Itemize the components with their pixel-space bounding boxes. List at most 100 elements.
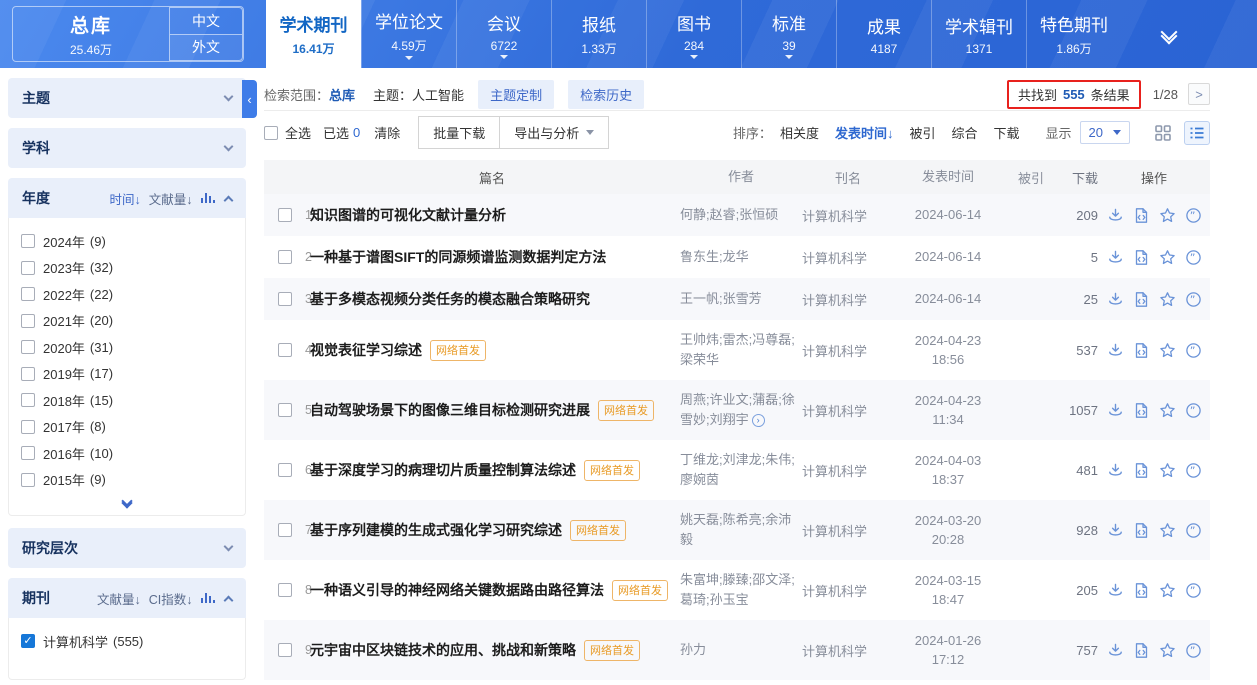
journal-name-link[interactable]: 计算机科学 xyxy=(802,641,894,660)
page-size-select[interactable]: 20 xyxy=(1080,121,1130,144)
tab-standards[interactable]: 标准 39 xyxy=(741,0,836,68)
filter-section-subject[interactable]: 学科 xyxy=(8,128,246,168)
download-icon[interactable] xyxy=(1107,207,1124,224)
search-history-button[interactable]: 检索历史 xyxy=(568,80,644,109)
lang-tab-foreign[interactable]: 外文 xyxy=(169,34,243,62)
download-icon[interactable] xyxy=(1107,582,1124,599)
favorite-icon[interactable] xyxy=(1159,582,1176,599)
download-icon[interactable] xyxy=(1107,522,1124,539)
journal-name-link[interactable]: 计算机科学 xyxy=(802,401,894,420)
quote-icon[interactable]: ” xyxy=(1185,582,1202,599)
authors-cell[interactable]: 鲁东生;龙华› xyxy=(680,247,802,267)
journal-sort-count[interactable]: 文献量↓ xyxy=(97,589,141,608)
journal-name-link[interactable]: 计算机科学 xyxy=(802,581,894,600)
expand-authors-icon[interactable]: › xyxy=(752,414,765,427)
checkbox[interactable] xyxy=(21,393,35,407)
quote-icon[interactable]: ” xyxy=(1185,291,1202,308)
bar-chart-icon[interactable] xyxy=(201,593,216,603)
authors-cell[interactable]: 孙力› xyxy=(680,640,802,660)
year-filter-2018[interactable]: 2018年 (15) xyxy=(21,387,233,414)
scope-value[interactable]: 总库 xyxy=(329,85,355,104)
favorite-icon[interactable] xyxy=(1159,402,1176,419)
tab-books[interactable]: 图书 284 xyxy=(646,0,741,68)
authors-cell[interactable]: 姚天磊;陈希亮;余沛毅› xyxy=(680,510,802,550)
clear-button[interactable]: 清除 xyxy=(374,123,400,142)
favorite-icon[interactable] xyxy=(1159,291,1176,308)
article-title-link[interactable]: 知识图谱的可视化文献计量分析 xyxy=(310,205,506,225)
html-read-icon[interactable] xyxy=(1133,522,1150,539)
html-read-icon[interactable] xyxy=(1133,249,1150,266)
tab-newspapers[interactable]: 报纸 1.33万 xyxy=(551,0,646,68)
double-chevron-down-icon[interactable] xyxy=(21,493,233,509)
article-title-link[interactable]: 元宇宙中区块链技术的应用、挑战和新策略 xyxy=(310,640,576,660)
download-icon[interactable] xyxy=(1107,249,1124,266)
download-icon[interactable] xyxy=(1107,462,1124,479)
tab-academic-series[interactable]: 学术辑刊 1371 xyxy=(931,0,1026,68)
quote-icon[interactable]: ” xyxy=(1185,207,1202,224)
year-filter-2017[interactable]: 2017年 (8) xyxy=(21,414,233,441)
authors-cell[interactable]: 王一帆;张雪芳› xyxy=(680,289,802,309)
year-sort-count[interactable]: 文献量↓ xyxy=(149,189,193,208)
article-title-link[interactable]: 自动驾驶场景下的图像三维目标检测研究进展 xyxy=(310,400,590,420)
row-checkbox[interactable] xyxy=(278,292,292,306)
batch-download-button[interactable]: 批量下载 xyxy=(418,116,500,149)
article-title-link[interactable]: 视觉表征学习综述 xyxy=(310,340,422,360)
html-read-icon[interactable] xyxy=(1133,642,1150,659)
row-checkbox[interactable] xyxy=(278,523,292,537)
double-chevron-down-icon[interactable] xyxy=(1163,26,1175,42)
row-checkbox[interactable] xyxy=(278,583,292,597)
collapse-left-icon[interactable]: ‹ xyxy=(242,80,257,118)
quote-icon[interactable]: ” xyxy=(1185,249,1202,266)
checkbox[interactable] xyxy=(21,340,35,354)
tab-conferences[interactable]: 会议 6722 xyxy=(456,0,551,68)
library-main[interactable]: 总库 25.46万 xyxy=(13,7,169,61)
authors-cell[interactable]: 丁维龙;刘津龙;朱伟;廖婉茵› xyxy=(680,450,802,490)
row-checkbox[interactable] xyxy=(278,643,292,657)
journal-name-link[interactable]: 计算机科学 xyxy=(802,461,894,480)
html-read-icon[interactable] xyxy=(1133,402,1150,419)
download-icon[interactable] xyxy=(1107,342,1124,359)
html-read-icon[interactable] xyxy=(1133,207,1150,224)
bar-chart-icon[interactable] xyxy=(201,193,216,203)
download-icon[interactable] xyxy=(1107,291,1124,308)
year-filter-2024[interactable]: 2024年 (9) xyxy=(21,228,233,255)
topic-custom-button[interactable]: 主题定制 xyxy=(478,80,554,109)
download-icon[interactable] xyxy=(1107,642,1124,659)
row-checkbox[interactable] xyxy=(278,250,292,264)
quote-icon[interactable]: ” xyxy=(1185,642,1202,659)
row-checkbox[interactable] xyxy=(278,463,292,477)
favorite-icon[interactable] xyxy=(1159,642,1176,659)
chevron-up-icon[interactable] xyxy=(224,195,234,205)
sort-comprehensive[interactable]: 综合 xyxy=(951,123,977,142)
checkbox[interactable] xyxy=(21,367,35,381)
tab-academic-journals[interactable]: 学术期刊 16.41万 xyxy=(266,0,361,68)
html-read-icon[interactable] xyxy=(1133,462,1150,479)
journal-name-link[interactable]: 计算机科学 xyxy=(802,521,894,540)
html-read-icon[interactable] xyxy=(1133,291,1150,308)
filter-section-topic[interactable]: 主题 xyxy=(8,78,246,118)
list-view-icon[interactable] xyxy=(1184,121,1210,145)
authors-cell[interactable]: 周燕;许业文;蒲磊;徐雪妙;刘翔宇› xyxy=(680,390,802,430)
checkbox[interactable] xyxy=(21,314,35,328)
next-page-button[interactable]: > xyxy=(1188,83,1210,105)
quote-icon[interactable]: ” xyxy=(1185,522,1202,539)
journal-name-link[interactable]: 计算机科学 xyxy=(802,248,894,267)
year-filter-2021[interactable]: 2021年 (20) xyxy=(21,308,233,335)
article-title-link[interactable]: 一种语义引导的神经网络关键数据路由路径算法 xyxy=(310,580,604,600)
year-filter-2020[interactable]: 2020年 (31) xyxy=(21,334,233,361)
checkbox[interactable] xyxy=(21,473,35,487)
tab-achievements[interactable]: 成果 4187 xyxy=(836,0,931,68)
journal-name-link[interactable]: 计算机科学 xyxy=(802,290,894,309)
checkbox-checked[interactable]: ✓ xyxy=(21,634,35,648)
chevron-up-icon[interactable] xyxy=(224,595,234,605)
select-all-label[interactable]: 全选 xyxy=(285,123,311,142)
html-read-icon[interactable] xyxy=(1133,342,1150,359)
download-icon[interactable] xyxy=(1107,402,1124,419)
year-filter-2016[interactable]: 2016年 (10) xyxy=(21,440,233,467)
checkbox[interactable] xyxy=(21,287,35,301)
lang-tab-chinese[interactable]: 中文 xyxy=(169,7,243,34)
quote-icon[interactable]: ” xyxy=(1185,342,1202,359)
journal-name-link[interactable]: 计算机科学 xyxy=(802,206,894,225)
html-read-icon[interactable] xyxy=(1133,582,1150,599)
checkbox[interactable] xyxy=(21,261,35,275)
